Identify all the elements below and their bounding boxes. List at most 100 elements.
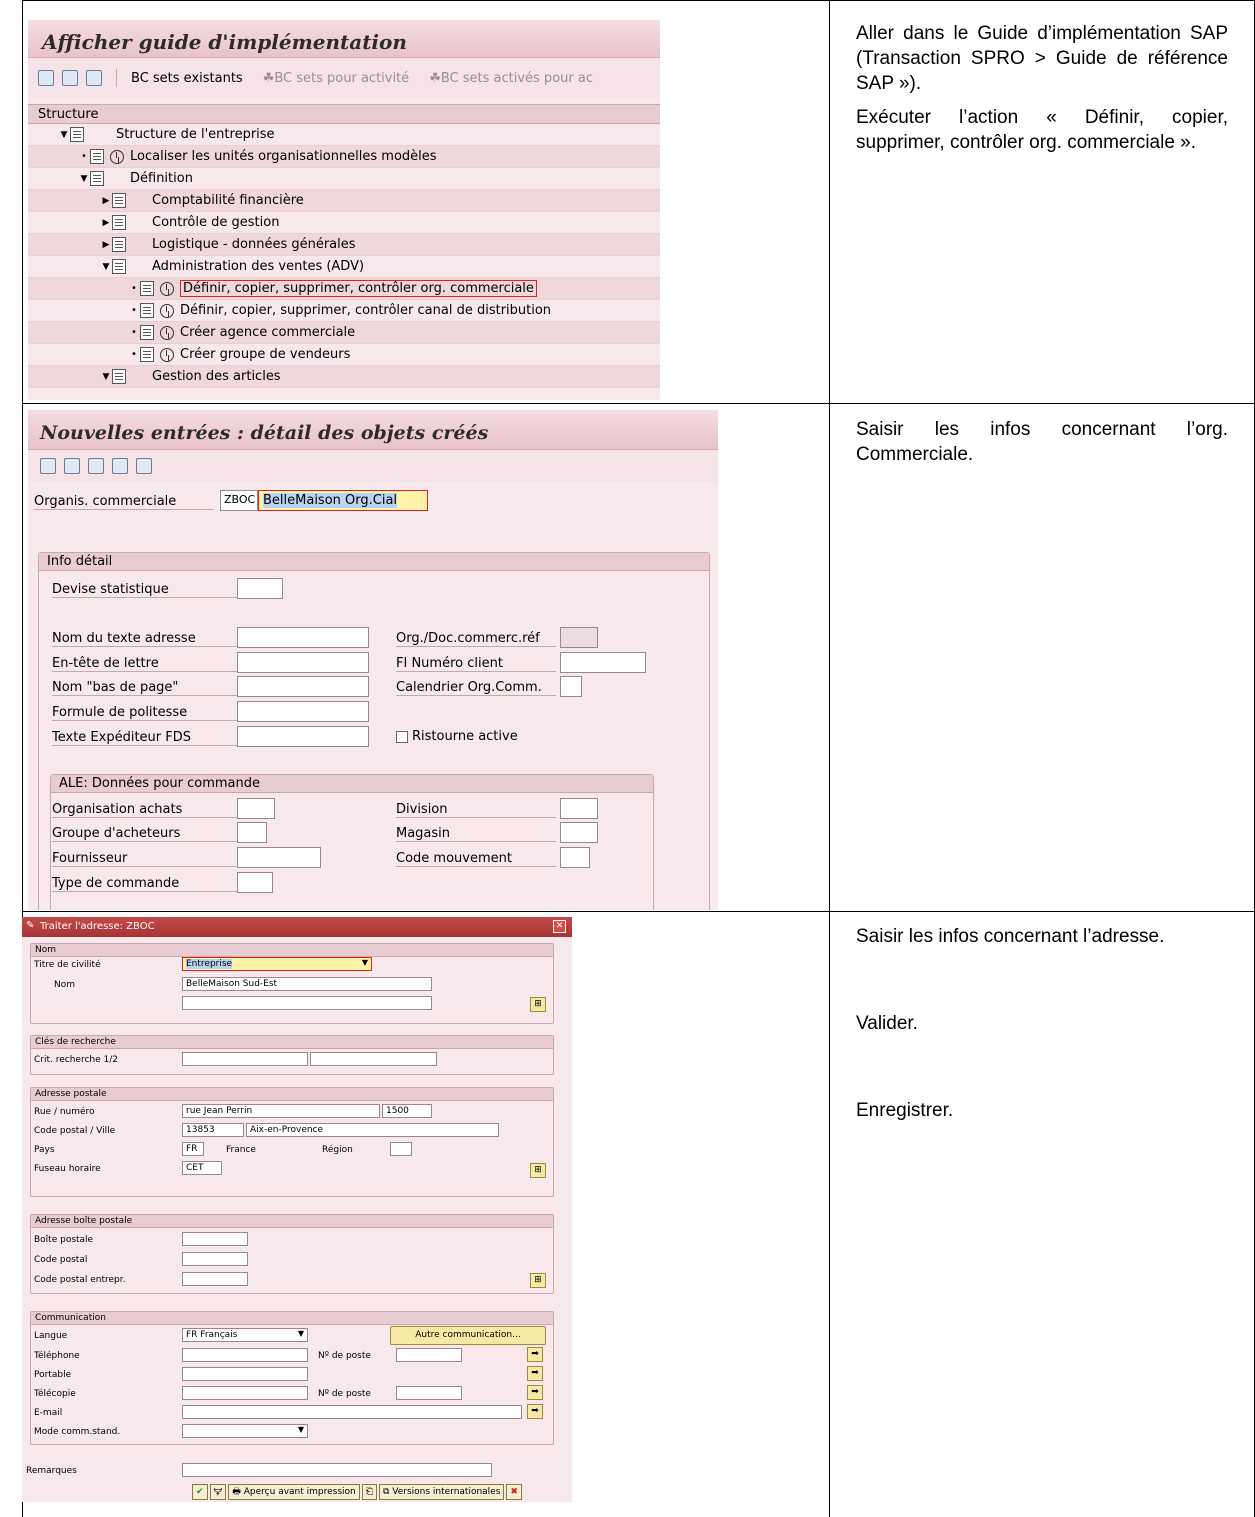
document-icon[interactable] <box>140 347 154 362</box>
autre-communication-button[interactable]: Autre communication... <box>390 1326 546 1345</box>
crit1-field[interactable] <box>182 1052 308 1066</box>
ale-field[interactable] <box>237 798 275 819</box>
execute-clock-icon[interactable] <box>160 281 174 296</box>
tree-node-label[interactable]: Contrôle de gestion <box>152 215 279 230</box>
tree-row[interactable]: ▶ Logistique - données générales <box>28 234 660 256</box>
tree-node-label[interactable]: Créer agence commerciale <box>180 325 355 340</box>
collapsed-arrow-icon[interactable]: ▶ <box>100 240 112 250</box>
grid-icon[interactable] <box>62 70 78 86</box>
devise-field[interactable] <box>237 578 283 599</box>
arrow-right-icon[interactable]: ➡ <box>527 1366 543 1381</box>
more-icon[interactable]: ⊞ <box>530 1163 546 1178</box>
tree-row[interactable]: • Localiser les unités organisationnelles… <box>28 146 660 168</box>
tree-row[interactable]: • Définir, copier, supprimer, contrôler c… <box>28 300 660 322</box>
mode-select[interactable]: ▼ <box>182 1424 308 1438</box>
cp-field[interactable]: 13853 <box>182 1123 244 1137</box>
tree-row[interactable]: • Créer groupe de vendeurs <box>28 344 660 366</box>
tree-node-label[interactable]: Définir, copier, supprimer, contrôler or… <box>180 280 537 297</box>
tree-node-label[interactable]: Définir, copier, supprimer, contrôler ca… <box>180 303 551 318</box>
email-field[interactable] <box>182 1405 522 1419</box>
execute-clock-icon[interactable] <box>160 325 174 340</box>
ale-field[interactable] <box>237 822 267 843</box>
expanded-arrow-icon[interactable]: ▼ <box>78 174 90 184</box>
ale-field[interactable] <box>237 847 321 868</box>
poste2-field[interactable] <box>396 1386 462 1400</box>
document-icon[interactable] <box>140 325 154 340</box>
tree-node-label[interactable]: Définition <box>130 171 193 186</box>
document-icon[interactable] <box>140 303 154 318</box>
more-icon[interactable]: ⊞ <box>530 997 546 1012</box>
tree-row[interactable]: ▼ Administration des ventes (ADV) <box>28 256 660 278</box>
titre-select[interactable]: Entreprise ▼ <box>182 957 372 971</box>
tree-row[interactable]: • Créer agence commerciale <box>28 322 660 344</box>
ale-field[interactable] <box>560 798 598 819</box>
numero-field[interactable]: 1500 <box>382 1104 432 1118</box>
fuseau-field[interactable]: CET <box>182 1161 222 1175</box>
document-icon[interactable] <box>140 281 154 296</box>
execute-clock-icon[interactable] <box>160 303 174 318</box>
crit2-field[interactable] <box>310 1052 437 1066</box>
rue-field[interactable]: rue Jean Perrin <box>182 1104 380 1118</box>
org-name-field[interactable]: BelleMaison Org.Cial <box>258 490 428 511</box>
document-icon[interactable] <box>112 259 126 274</box>
tree-node-label[interactable]: Localiser les unités organisationnelles … <box>130 149 437 164</box>
nom-field[interactable]: BelleMaison Sud-Est <box>182 977 432 991</box>
detail-field[interactable] <box>560 652 646 673</box>
tree-row[interactable]: ▶ Contrôle de gestion <box>28 212 660 234</box>
pays-field[interactable]: FR <box>182 1142 204 1156</box>
langue-select[interactable]: FR Français ▼ <box>182 1328 308 1342</box>
execute-clock-icon[interactable] <box>160 347 174 362</box>
document-icon[interactable] <box>112 215 126 230</box>
tree-node-label[interactable]: Créer groupe de vendeurs <box>180 347 350 362</box>
tree-node-label[interactable]: Structure de l'entreprise <box>116 127 275 142</box>
ale-field[interactable] <box>560 822 598 843</box>
cancel-icon[interactable]: ✖ <box>506 1484 522 1500</box>
print-preview-button[interactable]: 🖶 Aperçu avant impression <box>228 1484 360 1500</box>
delete-icon[interactable] <box>112 458 128 474</box>
nom2-field[interactable] <box>182 996 432 1010</box>
bc-sets-activity-button[interactable]: ☘BC sets pour activité <box>263 71 409 86</box>
document-icon[interactable] <box>90 149 104 164</box>
document-icon[interactable] <box>112 193 126 208</box>
tree-row[interactable]: • Définir, copier, supprimer, contrôler o… <box>28 278 660 300</box>
boite-field[interactable] <box>182 1232 248 1246</box>
lock-icon[interactable]: ⎗ <box>361 1484 377 1500</box>
arrow-right-icon[interactable]: ➡ <box>527 1404 543 1419</box>
execute-clock-icon[interactable] <box>110 149 124 164</box>
telephone-field[interactable] <box>182 1348 308 1362</box>
details-icon[interactable] <box>136 458 152 474</box>
expanded-arrow-icon[interactable]: ▼ <box>100 372 112 382</box>
tree-node-label[interactable]: Logistique - données générales <box>152 237 356 252</box>
document-icon[interactable] <box>112 237 126 252</box>
cp-entrepr-field[interactable] <box>182 1272 248 1286</box>
detail-field[interactable] <box>237 652 369 673</box>
arrow-right-icon[interactable]: ➡ <box>527 1385 543 1400</box>
cp-boite-field[interactable] <box>182 1252 248 1266</box>
more-icon[interactable]: ⊞ <box>530 1273 546 1288</box>
close-icon[interactable]: ✕ <box>553 920 566 933</box>
check-icon[interactable]: ✔ <box>192 1484 208 1500</box>
tree-node-label[interactable]: Administration des ventes (ADV) <box>152 259 364 274</box>
collapsed-arrow-icon[interactable]: ▶ <box>100 218 112 228</box>
detail-field[interactable] <box>237 726 369 747</box>
tree-row[interactable]: ▼ Structure de l'entreprise <box>28 124 660 146</box>
copy-icon[interactable] <box>88 458 104 474</box>
expanded-arrow-icon[interactable]: ▼ <box>100 262 112 272</box>
bc-sets-existants-button[interactable]: BC sets existants <box>131 71 243 86</box>
ale-field[interactable] <box>237 872 273 893</box>
arrow-right-icon[interactable]: ➡ <box>527 1347 543 1362</box>
info-icon[interactable] <box>86 70 102 86</box>
expand-icon[interactable]: ⯟ <box>209 1484 227 1500</box>
detail-field[interactable] <box>237 701 369 722</box>
document-icon[interactable] <box>70 127 84 142</box>
remarques-field[interactable] <box>182 1463 492 1477</box>
poste-field[interactable] <box>396 1348 462 1362</box>
detail-field[interactable] <box>560 627 598 648</box>
detail-field[interactable] <box>560 676 582 697</box>
tree-row[interactable]: ▶ Comptabilité financière <box>28 190 660 212</box>
tree-row[interactable]: ▼ Définition <box>28 168 660 190</box>
ristourne-checkbox[interactable] <box>396 731 408 743</box>
versions-button[interactable]: ⧉ Versions internationales <box>378 1484 505 1500</box>
bc-sets-activated-button[interactable]: ☘BC sets activés pour ac <box>429 71 593 86</box>
expanded-arrow-icon[interactable]: ▼ <box>58 130 70 140</box>
